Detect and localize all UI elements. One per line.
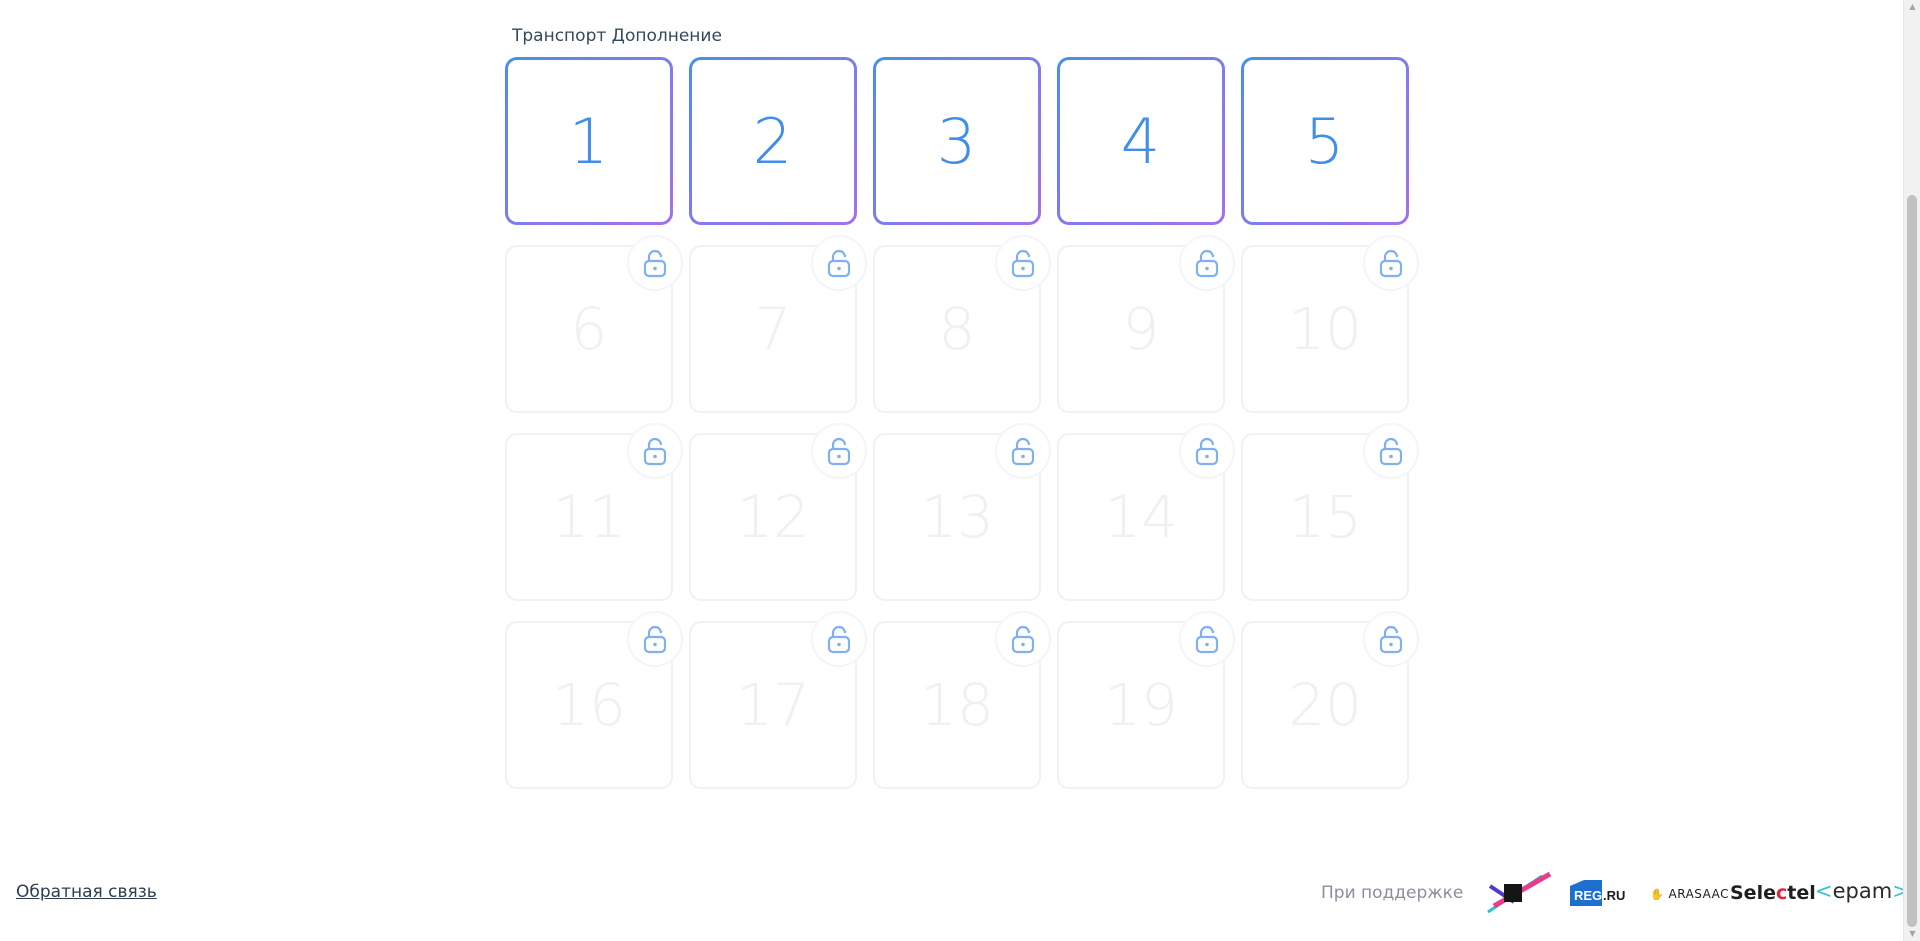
lock-icon [1363,611,1419,667]
level-number: 2 [752,104,794,178]
lock-icon [995,423,1051,479]
level-tile-18: 18 [873,611,1051,789]
level-tile-16: 16 [505,611,683,789]
level-number: 4 [1120,104,1162,178]
level-tile-14: 14 [1057,423,1235,601]
sponsor-logo-regru[interactable]: REG .RU [1568,878,1626,908]
level-tile-10: 10 [1241,235,1419,413]
page-root: Транспорт Дополнение 1 2 3 4 5 6 7 8 9 10 11 12 13 14… [0,0,1920,941]
lock-icon [627,611,683,667]
level-tile-3[interactable]: 3 [873,57,1041,225]
level-number: 20 [1288,671,1362,739]
level-number: 3 [936,104,978,178]
level-number: 13 [920,483,994,551]
page-scrollbar[interactable]: ▲ ▼ [1903,0,1920,941]
level-number: 6 [570,295,608,363]
level-number: 1 [568,104,610,178]
level-number: 15 [1288,483,1362,551]
lock-icon [1179,423,1235,479]
level-number: 8 [938,295,976,363]
level-number: 10 [1288,295,1362,363]
level-tile-20: 20 [1241,611,1419,789]
level-tile-15: 15 [1241,423,1419,601]
level-number: 11 [552,483,626,551]
level-tile-5[interactable]: 5 [1241,57,1409,225]
level-tile-8: 8 [873,235,1051,413]
level-number: 16 [552,671,626,739]
level-tile-11: 11 [505,423,683,601]
support-label: При поддержке [1321,883,1464,903]
arasaac-text: ARASAAC [1668,887,1730,901]
lock-icon [995,235,1051,291]
feedback-link[interactable]: Обратная связь [16,882,157,902]
lock-icon [627,423,683,479]
level-tile-12: 12 [689,423,867,601]
level-number: 7 [754,295,792,363]
sponsor-logo-arasaac[interactable]: ✋ ARASAAC [1650,887,1729,901]
lock-icon [811,235,867,291]
lock-icon [627,235,683,291]
level-grid: 1 2 3 4 5 6 7 8 9 10 11 12 13 14 15 16 17 18 19 20 [505,57,1419,789]
level-number: 9 [1122,295,1160,363]
sponsor-logo-selectel[interactable]: Selectel [1730,882,1816,904]
level-tile-17: 17 [689,611,867,789]
level-number: 12 [736,483,810,551]
level-tile-1[interactable]: 1 [505,57,673,225]
scrollbar-thumb[interactable] [1907,195,1917,927]
regru-reg-text: REG [1574,888,1603,903]
regru-ru-text: .RU [1603,888,1626,903]
level-tile-6: 6 [505,235,683,413]
level-tile-9: 9 [1057,235,1235,413]
scroll-up-arrow-icon[interactable]: ▲ [1904,0,1920,14]
level-tile-2[interactable]: 2 [689,57,857,225]
arasaac-mark-icon: ✋ [1650,888,1665,901]
page-title: Транспорт Дополнение [512,26,722,46]
lock-icon [995,611,1051,667]
level-number: 17 [736,671,810,739]
lock-icon [811,423,867,479]
scroll-down-arrow-icon[interactable]: ▼ [1904,927,1920,941]
lock-icon [1179,235,1235,291]
level-number: 5 [1304,104,1346,178]
level-number: 19 [1104,671,1178,739]
level-tile-19: 19 [1057,611,1235,789]
lock-icon [1179,611,1235,667]
lock-icon [1363,235,1419,291]
level-number: 14 [1104,483,1178,551]
level-number: 18 [920,671,994,739]
level-tile-13: 13 [873,423,1051,601]
lock-icon [1363,423,1419,479]
arrow-logo-icon [1487,871,1552,914]
sponsor-logo-epam[interactable]: <epam> [1815,879,1910,903]
sponsor-logo-arrow[interactable] [1484,871,1554,914]
level-tile-4[interactable]: 4 [1057,57,1225,225]
level-tile-7: 7 [689,235,867,413]
lock-icon [811,611,867,667]
